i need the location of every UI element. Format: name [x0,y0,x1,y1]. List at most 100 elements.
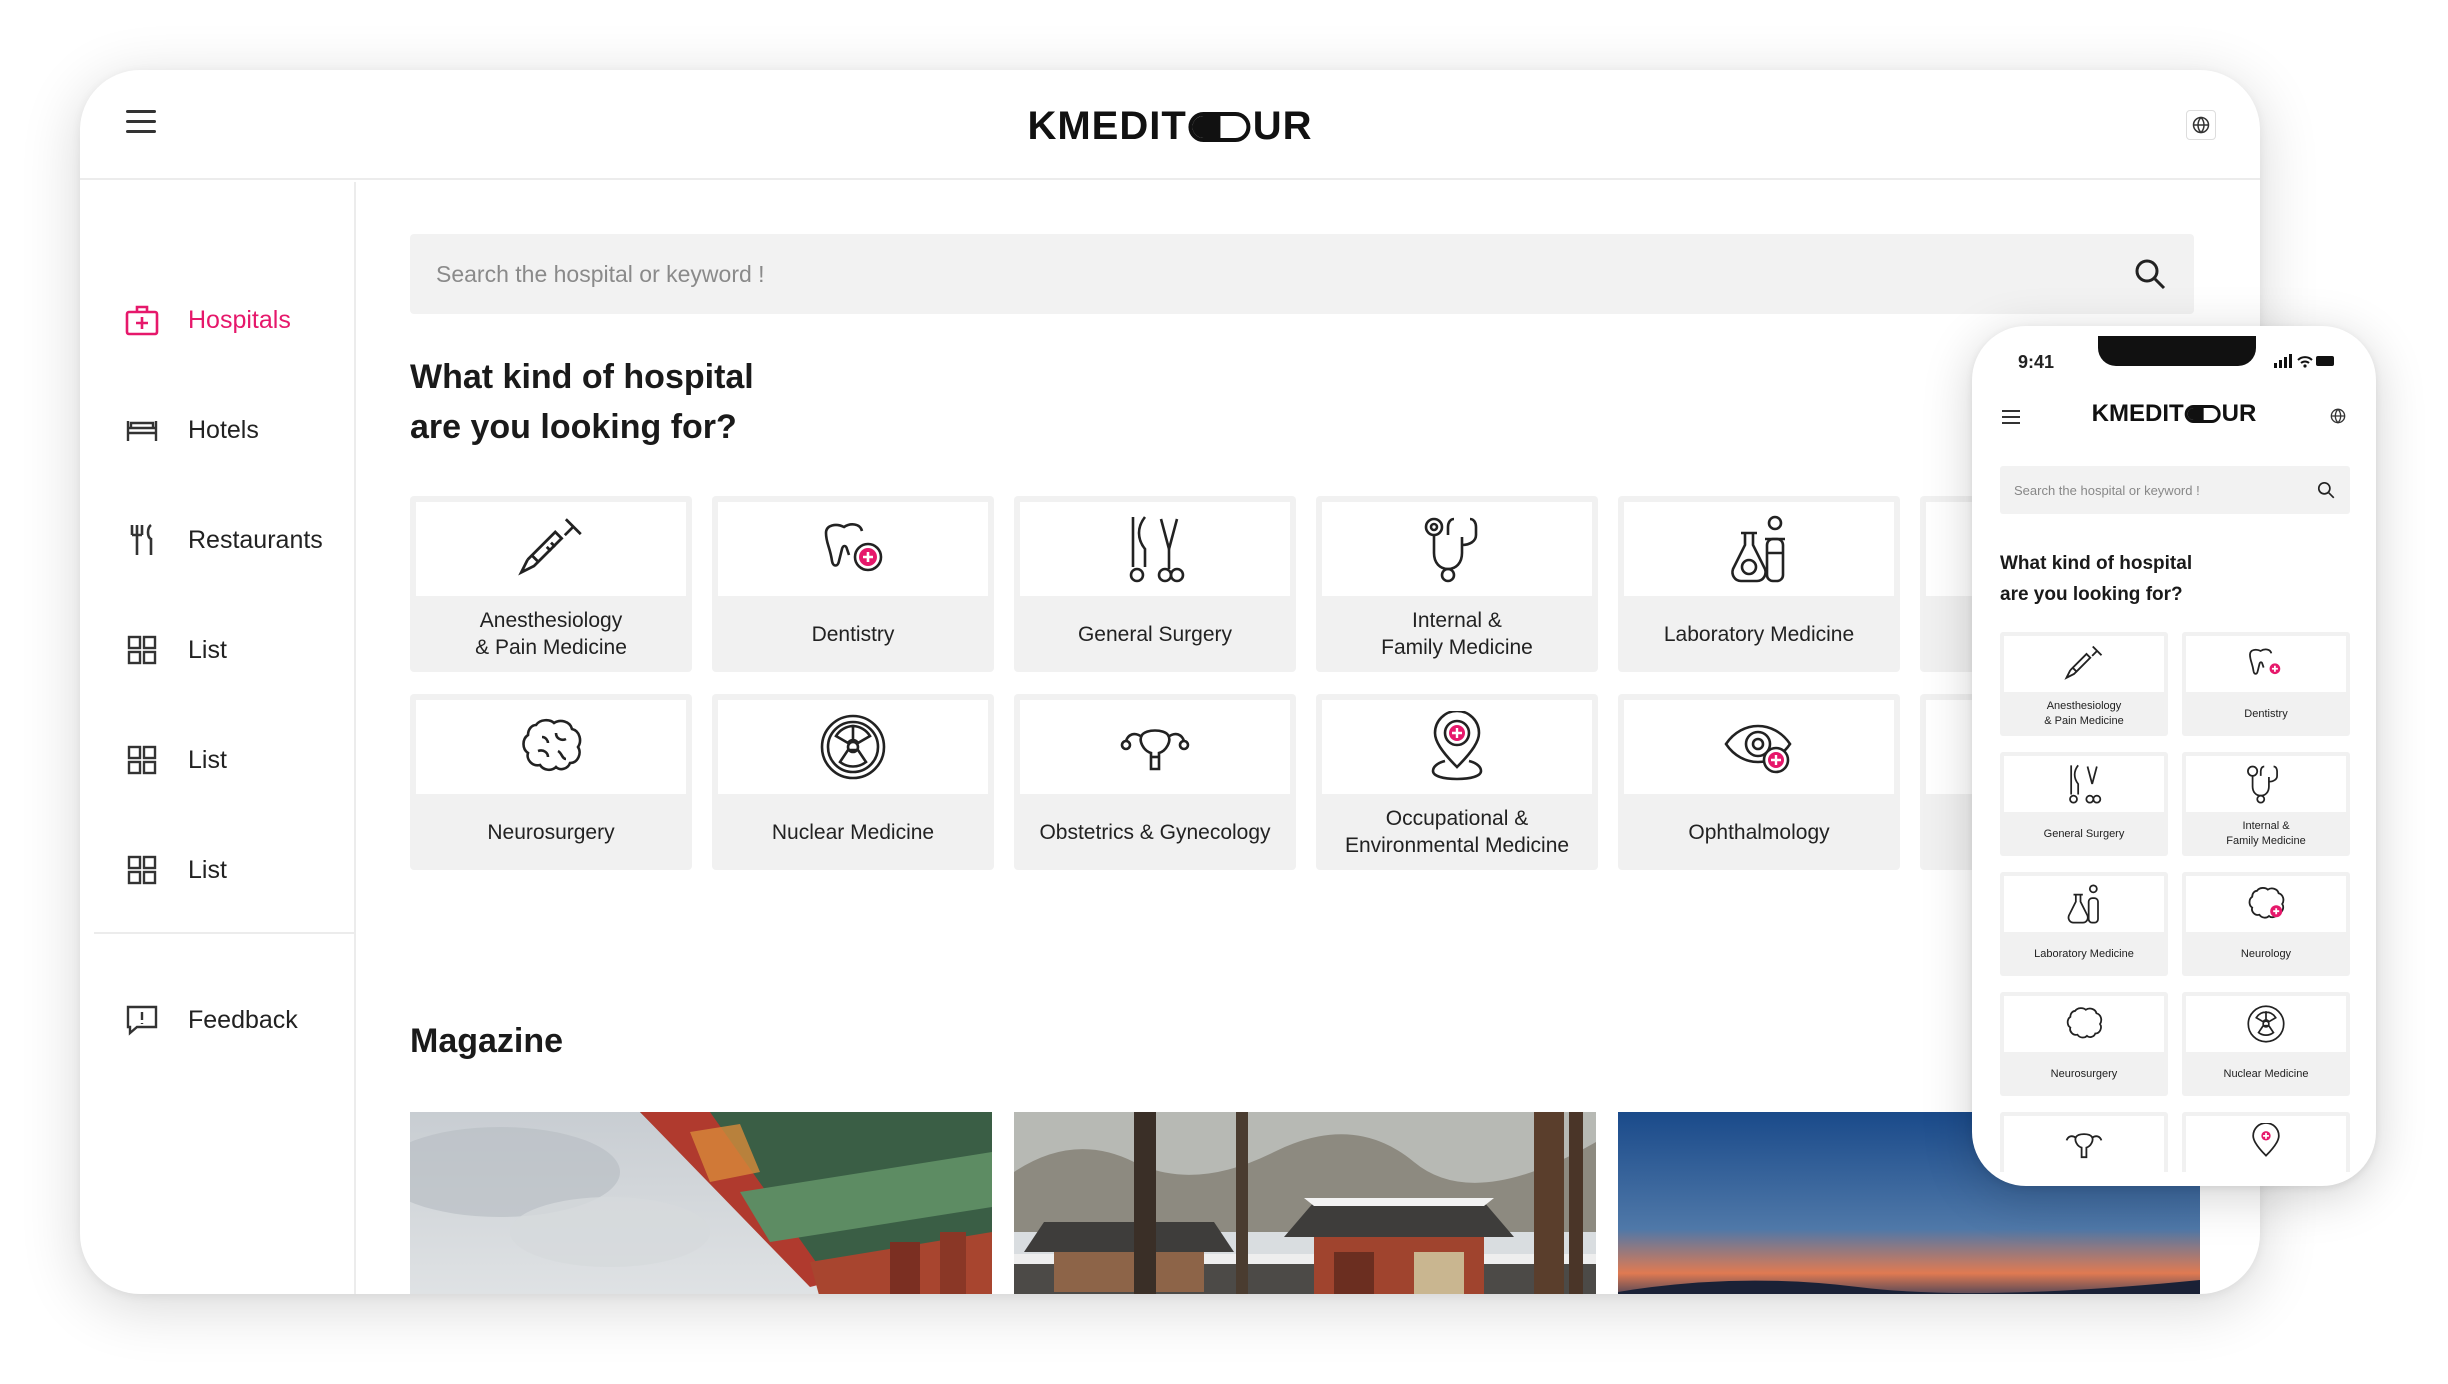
category-label: Laboratory Medicine [1663,622,1855,646]
category-anesthesiology[interactable]: Anesthesiology & Pain Medicine [410,496,692,672]
category-anesthesiology[interactable]: Anesthesiology & Pain Medicine [2000,632,2168,736]
feedback-icon [124,1002,160,1038]
section-question: What kind of hospital are you looking fo… [410,358,754,446]
category-label: Nuclear Medicine [771,820,935,844]
category-label: Laboratory Medicine [2034,947,2134,960]
category-label: Neurosurgery [487,820,615,844]
logo-pill-icon [1188,111,1251,142]
sidebar: Hospitals Hotels Restaurants List List L… [94,182,356,1294]
phone-notch [2098,336,2256,366]
category-obstetrics[interactable]: Obstetrics & Gynecology [1014,694,1296,870]
category-internal-family[interactable]: Internal & Family Medicine [1316,496,1598,672]
globe-icon [2192,116,2210,134]
search-icon[interactable] [2316,480,2336,500]
sidebar-item-hotels[interactable]: Hotels [124,400,259,460]
palace-photo [410,1112,992,1294]
magazine-card-hanok[interactable] [1014,1112,1596,1294]
grid-icon [124,632,160,668]
category-nuclear[interactable]: Nuclear Medicine [712,694,994,870]
syringe-icon [2064,645,2103,680]
globe-icon[interactable] [2330,408,2346,424]
logo-right-text: UR [2221,400,2257,427]
sidebar-item-feedback[interactable]: Feedback [124,990,298,1050]
sidebar-item-restaurants[interactable]: Restaurants [124,510,323,570]
tooth-icon [824,523,883,572]
brain-plus-icon [2248,887,2285,919]
uterus-icon [2065,1133,2103,1159]
sidebar-item-label: Hospitals [188,305,291,334]
menu-icon[interactable] [2002,410,2020,424]
category-ophthalmology[interactable]: Ophthalmology [1618,694,1900,870]
sidebar-item-label: List [188,745,227,774]
category-label: Ophthalmology [1688,820,1830,844]
section-question: What kind of hospital are you looking fo… [2000,553,2193,605]
flask-icon [2067,884,2099,924]
eye-icon [1724,724,1792,774]
category-nuclear[interactable]: Nuclear Medicine [2182,992,2350,1096]
sidebar-item-list-1[interactable]: List [124,620,227,680]
category-label: Internal & Family Medicine [2226,820,2306,847]
tooth-icon [2249,648,2281,675]
sidebar-item-hospitals[interactable]: Hospitals [124,290,291,350]
search-icon[interactable] [2132,256,2168,292]
sidebar-item-list-2[interactable]: List [124,730,227,790]
category-label: Dentistry [811,622,895,646]
category-dentistry[interactable]: Dentistry [712,496,994,672]
magazine-title: Magazine [410,1022,564,1060]
bed-icon [124,412,160,448]
tablet-frame: KMEDIT UR Hospitals Hotels Restaurants L… [80,70,2260,1294]
category-grid: Anesthesiology & Pain Medicine Dentistry… [410,496,2200,876]
category-label: General Surgery [2043,827,2125,840]
radiation-icon [820,714,886,780]
category-laboratory[interactable]: Laboratory Medicine [2000,872,2168,976]
stethoscope-icon [2247,765,2278,804]
sidebar-item-label: List [188,635,227,664]
logo[interactable]: KMEDIT UR [2092,400,2257,428]
category-label: Internal & Family Medicine [1381,609,1533,659]
hanok-photo [1014,1112,1596,1294]
location-plus-icon [2252,1123,2280,1157]
menu-icon[interactable] [126,110,156,134]
category-neurosurgery[interactable]: Neurosurgery [2000,992,2168,1096]
category-general-surgery[interactable]: General Surgery [2000,752,2168,856]
sidebar-item-label: List [188,855,227,884]
category-dentistry[interactable]: Dentistry [2182,632,2350,736]
brain-icon [2066,1007,2103,1039]
sidebar-item-label: Hotels [188,415,259,444]
category-neurosurgery[interactable]: Neurosurgery [410,694,692,870]
category-neurology[interactable]: Neurology [2182,872,2350,976]
category-occupational[interactable]: Occupational & Environmental Medicine [1316,694,1598,870]
category-occupational[interactable] [2182,1112,2350,1172]
category-internal-family[interactable]: Internal & Family Medicine [2182,752,2350,856]
search-input[interactable]: Search the hospital or keyword ! [2000,466,2350,514]
logo[interactable]: KMEDIT UR [1027,104,1312,149]
category-label: Anesthesiology & Pain Medicine [2044,700,2124,727]
search-placeholder: Search the hospital or keyword ! [2014,482,2200,498]
location-plus-icon [1431,711,1483,781]
search-input[interactable]: Search the hospital or keyword ! [410,234,2194,314]
uterus-icon [1120,729,1190,771]
sidebar-item-list-3[interactable]: List [124,840,227,900]
category-general-surgery[interactable]: General Surgery [1014,496,1296,672]
stage: KMEDIT UR Hospitals Hotels Restaurants L… [0,0,2448,1384]
stethoscope-icon [1424,517,1478,583]
search-placeholder: Search the hospital or keyword ! [436,260,765,287]
sidebar-item-label: Restaurants [188,525,323,554]
category-label: Anesthesiology & Pain Medicine [475,609,627,659]
fork-knife-icon [124,522,160,558]
sidebar-item-label: Feedback [188,1005,298,1034]
flask-icon [1731,515,1785,583]
grid-icon [124,742,160,778]
surgery-tools-icon [1129,516,1185,583]
brain-icon [522,718,582,772]
status-icons [2274,354,2334,368]
main-content: Search the hospital or keyword ! What ki… [410,182,2200,1294]
logo-pill-icon [2184,405,2221,423]
category-label: Obstetrics & Gynecology [1039,820,1271,844]
magazine-card-palace[interactable] [410,1112,992,1294]
category-grid: Anesthesiology & Pain Medicine Dentistry… [2000,632,2352,1172]
grid-icon [124,852,160,888]
category-obstetrics[interactable] [2000,1112,2168,1172]
category-laboratory[interactable]: Laboratory Medicine [1618,496,1900,672]
language-button[interactable] [2186,110,2216,140]
